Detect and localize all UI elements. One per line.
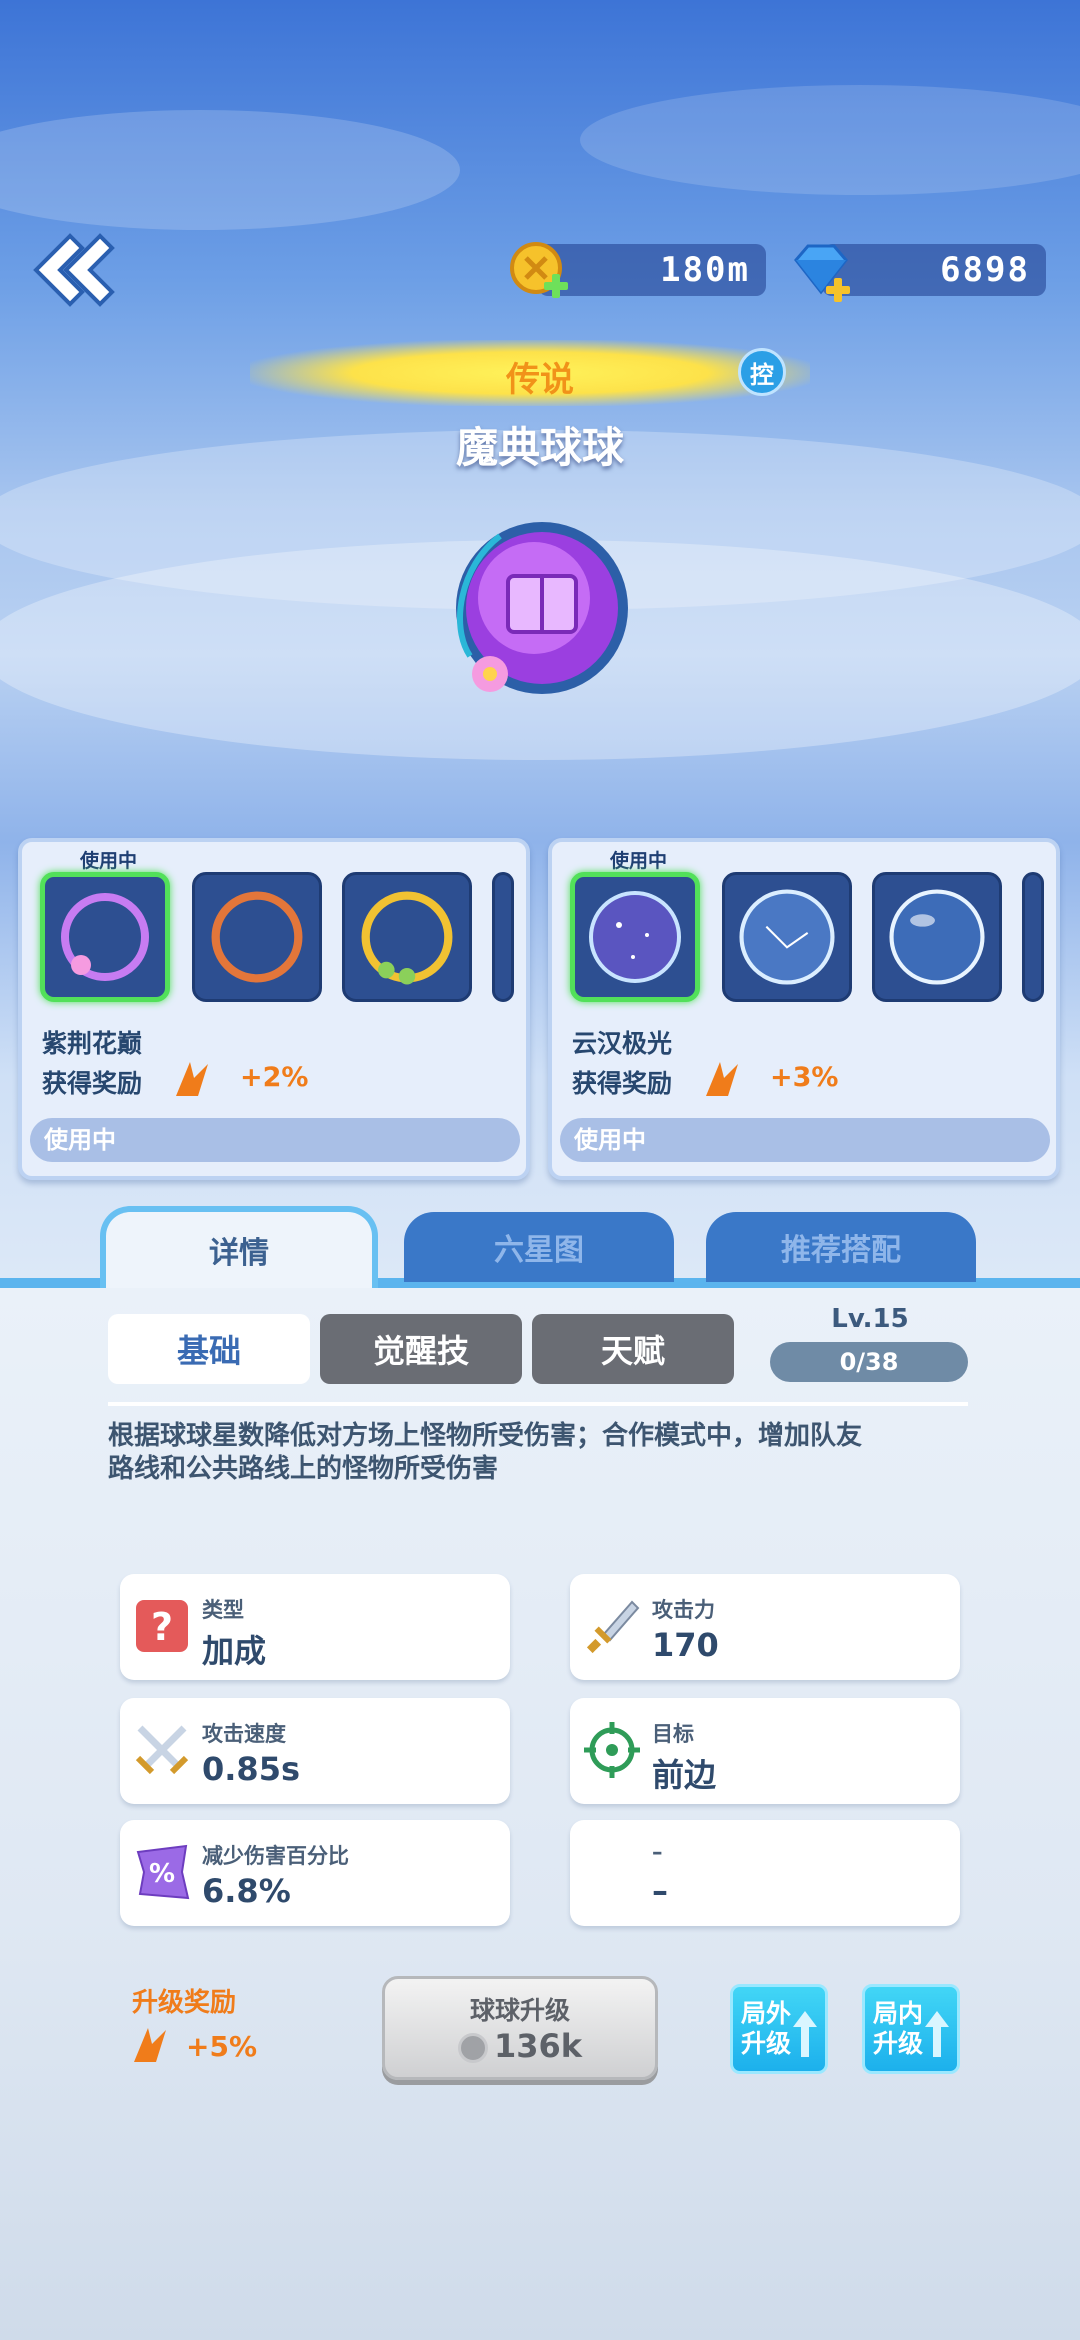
- stat-label: 目标: [652, 1722, 694, 1746]
- up-arrow-icon: [925, 2011, 949, 2057]
- outside-upgrade-label: 局外升级: [741, 1999, 792, 2058]
- crosshair-icon: [584, 1722, 640, 1778]
- stat-value: 170: [652, 1626, 719, 1664]
- stat-value: 加成: [202, 1632, 267, 1670]
- tab-details[interactable]: 详情: [100, 1206, 378, 1288]
- gold-coin-add-icon[interactable]: [506, 234, 576, 304]
- stat-value: 前边: [652, 1756, 717, 1794]
- costume-slot[interactable]: [192, 872, 322, 1002]
- divider: [108, 1402, 968, 1406]
- stat-card-attack-speed: 攻击速度 0.85s: [120, 1698, 510, 1804]
- upgrade-reward-value: +5%: [186, 2030, 257, 2063]
- stat-card-target: 目标 前边: [570, 1698, 960, 1804]
- skill-description: 根据球球星数降低对方场上怪物所受伤害；合作模式中，增加队友路线和公共路线上的怪物…: [108, 1421, 863, 1484]
- upgrade-button-title: 球球升级: [469, 1996, 570, 2025]
- stat-value: –: [652, 1872, 668, 1910]
- level-label: Lv.15: [831, 1304, 909, 1334]
- outside-upgrade-button[interactable]: 局外升级: [730, 1984, 828, 2074]
- skin-panel: 使用中 云汉极光 获得奖励 +3% 使用中: [548, 838, 1060, 1180]
- stat-card-type: ? 类型 加成: [120, 1574, 510, 1680]
- costume-slot[interactable]: [492, 872, 514, 1002]
- up-arrow-icon: [793, 2011, 817, 2057]
- crossed-swords-icon: [135, 1725, 189, 1775]
- reward-value: +2%: [240, 1062, 309, 1093]
- svg-text:?: ?: [151, 1605, 173, 1649]
- clear-bubble-icon: [889, 889, 985, 985]
- silver-coin-icon: [457, 2033, 488, 2063]
- level-progress-text: 0/38: [839, 1348, 899, 1376]
- gem-amount: 6898: [940, 250, 1030, 290]
- magic-book-ball-image: [456, 522, 628, 694]
- tab-six-star-chart[interactable]: 六星图: [404, 1212, 674, 1282]
- subtab-talent[interactable]: 天赋: [532, 1314, 734, 1384]
- skin-name: 云汉极光: [572, 1029, 673, 1058]
- skin-slot-selected[interactable]: [570, 872, 700, 1002]
- subtab-awaken-skill[interactable]: 觉醒技: [320, 1314, 522, 1384]
- stat-label: 攻击力: [652, 1598, 715, 1622]
- purple-ring-icon: [61, 893, 149, 981]
- orange-ring-icon: [211, 891, 303, 983]
- skin-slot[interactable]: [1022, 872, 1044, 1002]
- in-use-tag: 使用中: [80, 850, 138, 872]
- stat-label: 攻击速度: [202, 1722, 286, 1746]
- stat-value: 0.85s: [202, 1750, 300, 1788]
- in-use-tag: 使用中: [610, 850, 668, 872]
- reward-bonus-icon: [176, 1062, 208, 1096]
- percent-icon: %: [136, 1844, 190, 1900]
- inside-upgrade-label: 局内升级: [873, 1999, 924, 2058]
- inside-upgrade-button[interactable]: 局内升级: [862, 1984, 960, 2074]
- ball-upgrade-button[interactable]: 球球升级 136k: [382, 1976, 658, 2080]
- costume-panel: 使用中 紫荆花巅 获得奖励 +2% 使用中: [18, 838, 530, 1180]
- question-icon: ?: [136, 1600, 188, 1652]
- stat-value: 6.8%: [202, 1872, 291, 1910]
- skin-slot[interactable]: [722, 872, 852, 1002]
- upgrade-cost: 136k: [385, 2027, 655, 2065]
- coin-amount: 180m: [660, 250, 750, 290]
- level-progress-bar: 0/38: [770, 1342, 968, 1382]
- svg-text:%: %: [149, 1859, 175, 1889]
- stat-card-damage-reduction: % 减少伤害百分比 6.8%: [120, 1820, 510, 1926]
- constellation-bubble-icon: [739, 889, 835, 985]
- sword-icon: [586, 1600, 640, 1654]
- stat-card-attack: 攻击力 170: [570, 1574, 960, 1680]
- costume-slot[interactable]: [342, 872, 472, 1002]
- galaxy-bubble-icon: [589, 891, 681, 983]
- subtab-basic[interactable]: 基础: [108, 1314, 310, 1384]
- in-use-button[interactable]: 使用中: [30, 1118, 520, 1162]
- upgrade-reward-label: 升级奖励: [132, 1988, 237, 2018]
- tab-recommended[interactable]: 推荐搭配: [706, 1212, 976, 1282]
- reward-label: 获得奖励: [572, 1069, 673, 1098]
- costume-slot-selected[interactable]: [40, 872, 170, 1002]
- reward-bonus-icon: [134, 2028, 166, 2062]
- reward-bonus-icon: [706, 1062, 738, 1096]
- upgrade-cost-value: 136k: [493, 2027, 583, 2065]
- skin-slot[interactable]: [872, 872, 1002, 1002]
- in-use-button[interactable]: 使用中: [560, 1118, 1050, 1162]
- reward-label: 获得奖励: [42, 1069, 143, 1098]
- back-arrow-icon[interactable]: [22, 222, 118, 318]
- stat-card-empty: – –: [570, 1820, 960, 1926]
- control-type-badge[interactable]: 控: [738, 348, 786, 396]
- stat-label: –: [652, 1840, 663, 1864]
- stat-label: 减少伤害百分比: [202, 1844, 349, 1868]
- skin-name: 紫荆花巅: [42, 1029, 143, 1058]
- rarity-label: 传说: [506, 360, 574, 400]
- golden-leaf-ring-icon: [361, 891, 453, 985]
- diamond-add-icon[interactable]: [786, 236, 856, 306]
- ball-name: 魔典球球: [455, 423, 624, 472]
- reward-value: +3%: [770, 1062, 839, 1093]
- stat-label: 类型: [202, 1598, 244, 1622]
